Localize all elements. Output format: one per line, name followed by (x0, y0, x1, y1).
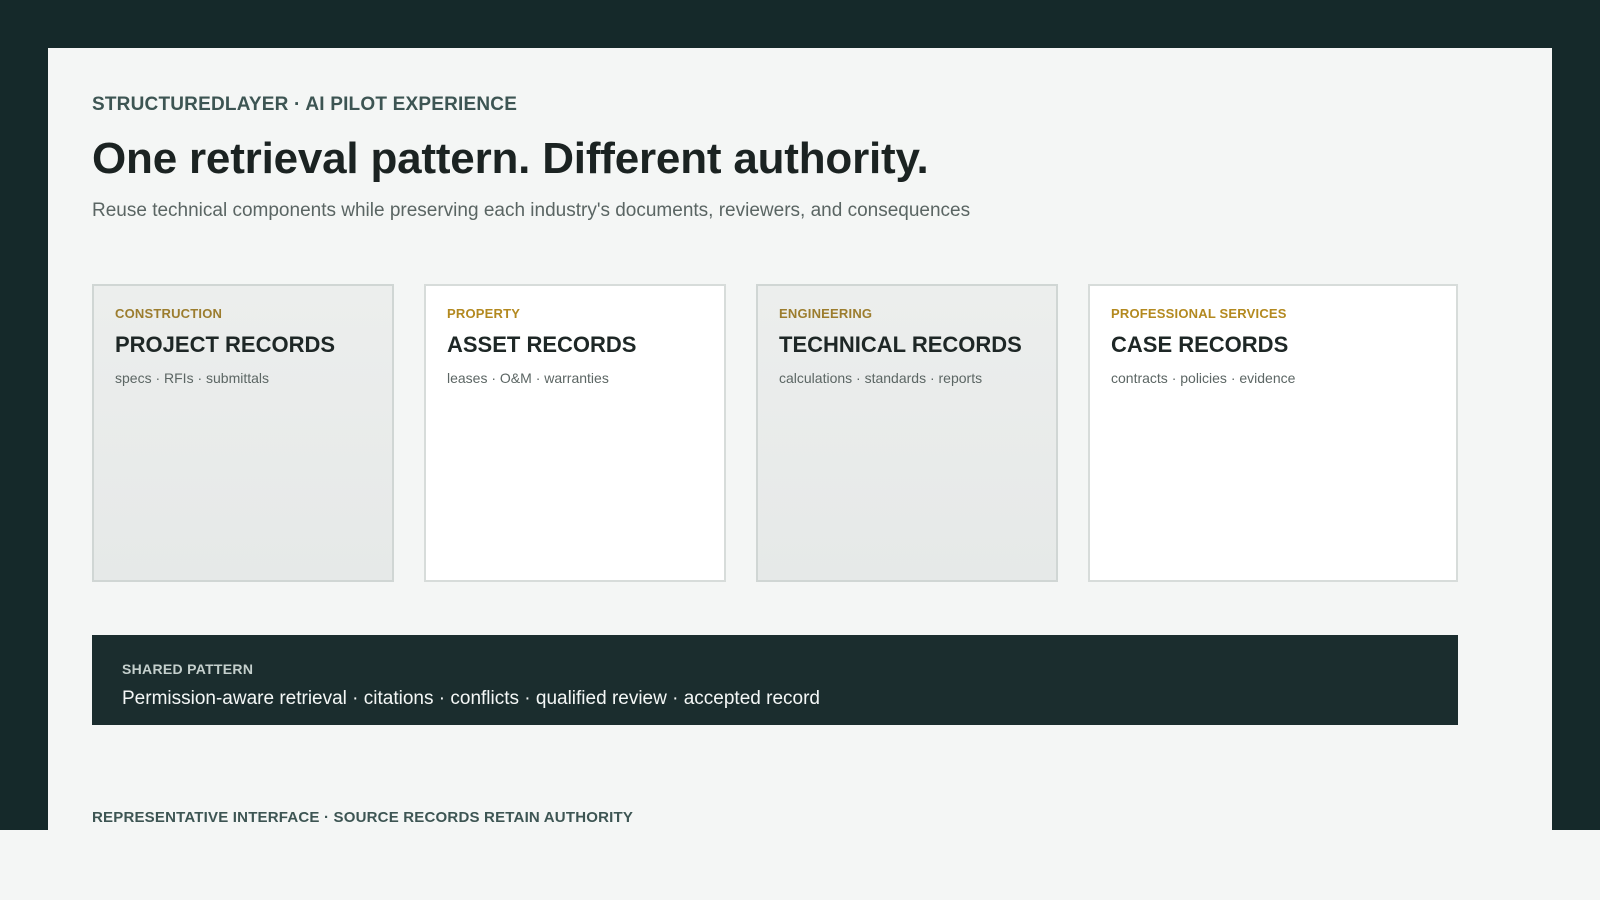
card-tag: ENGINEERING (779, 306, 873, 321)
shared-pattern-text: Permission-aware retrieval · citations ·… (122, 688, 820, 709)
card-items: specs · RFIs · submittals (115, 370, 270, 386)
card-title: CASE RECORDS (1111, 332, 1289, 357)
card-title: TECHNICAL RECORDS (779, 332, 1022, 357)
card-engineering[interactable]: ENGINEERING TECHNICAL RECORDS calculatio… (756, 284, 1058, 582)
industry-cards: CONSTRUCTION PROJECT RECORDS specs · RFI… (92, 284, 1458, 586)
card-tag: PROFESSIONAL SERVICES (1111, 306, 1287, 321)
page-subtitle: Reuse technical components while preserv… (92, 200, 971, 221)
card-property[interactable]: PROPERTY ASSET RECORDS leases · O&M · wa… (424, 284, 726, 582)
card-tag: PROPERTY (447, 306, 521, 321)
eyebrow-label: STRUCTUREDLAYER · AI PILOT EXPERIENCE (92, 94, 518, 115)
card-professional-services[interactable]: PROFESSIONAL SERVICES CASE RECORDS contr… (1088, 284, 1458, 582)
shared-pattern-banner: SHARED PATTERN Permission-aware retrieva… (92, 635, 1458, 725)
card-items: calculations · standards · reports (779, 370, 983, 386)
slide-panel: STRUCTUREDLAYER · AI PILOT EXPERIENCE On… (48, 48, 1552, 830)
card-items: leases · O&M · warranties (447, 370, 609, 386)
card-title: ASSET RECORDS (447, 332, 637, 357)
card-items: contracts · policies · evidence (1111, 370, 1296, 386)
card-tag: CONSTRUCTION (115, 306, 223, 321)
card-construction[interactable]: CONSTRUCTION PROJECT RECORDS specs · RFI… (92, 284, 394, 582)
page-title: One retrieval pattern. Different authori… (92, 134, 929, 183)
shared-pattern-label: SHARED PATTERN (122, 661, 254, 677)
card-title: PROJECT RECORDS (115, 332, 336, 357)
footer-caption: REPRESENTATIVE INTERFACE · SOURCE RECORD… (92, 809, 634, 826)
